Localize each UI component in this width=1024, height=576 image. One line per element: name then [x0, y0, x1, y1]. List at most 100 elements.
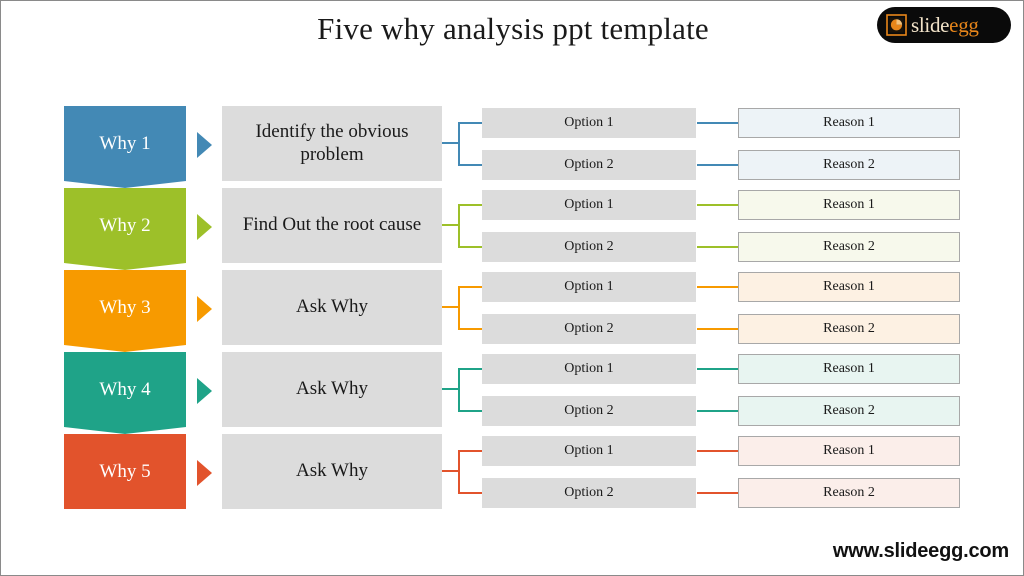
option-box-3-2[interactable]: Option 2: [482, 314, 696, 344]
option-label-3-2: Option 2: [564, 321, 614, 336]
option-box-4-2[interactable]: Option 2: [482, 396, 696, 426]
reason-box-1-2[interactable]: Reason 2: [738, 150, 960, 180]
reason-box-4-1[interactable]: Reason 1: [738, 354, 960, 384]
arrow-right-icon-2: [197, 214, 212, 240]
description-text-4: Ask Why: [296, 378, 368, 400]
footer-website-url: www.slideegg.com: [832, 540, 1009, 562]
option-box-1-1[interactable]: Option 1: [482, 108, 696, 138]
why-row-5: Why 5 Ask Why Option 1 Option 2 Reason 1…: [1, 434, 1023, 516]
option-reason-link-2-2: [697, 246, 738, 248]
why-step-label-1: Why 1: [99, 133, 151, 154]
option-box-5-1[interactable]: Option 1: [482, 436, 696, 466]
option-label-5-1: Option 1: [564, 443, 614, 458]
why-row-4: Why 4 Ask Why Option 1 Option 2 Reason 1…: [1, 352, 1023, 434]
reason-label-3-1: Reason 1: [823, 279, 875, 294]
reason-label-1-1: Reason 1: [823, 115, 875, 130]
option-reason-link-5-2: [697, 492, 738, 494]
reason-box-1-1[interactable]: Reason 1: [738, 108, 960, 138]
reason-label-2-1: Reason 1: [823, 197, 875, 212]
why-step-box-5[interactable]: Why 5: [64, 434, 186, 509]
option-reason-link-3-1: [697, 286, 738, 288]
bracket-arm-bottom-2: [458, 246, 483, 248]
bracket-arm-bottom-3: [458, 328, 483, 330]
slideegg-logo[interactable]: slideegg: [877, 7, 1011, 43]
bracket-connector-1: [442, 106, 483, 181]
option-label-2-2: Option 2: [564, 239, 614, 254]
bracket-connector-4: [442, 352, 483, 427]
bracket-stem-4: [442, 388, 459, 390]
option-label-5-2: Option 2: [564, 485, 614, 500]
bracket-spine-5: [458, 450, 460, 494]
reason-label-5-1: Reason 1: [823, 443, 875, 458]
option-label-4-2: Option 2: [564, 403, 614, 418]
arrow-right-icon-1: [197, 132, 212, 158]
description-text-2: Find Out the root cause: [242, 214, 422, 236]
option-box-5-2[interactable]: Option 2: [482, 478, 696, 508]
why-row-2: Why 2 Find Out the root cause Option 1 O…: [1, 188, 1023, 270]
reason-label-3-2: Reason 2: [823, 321, 875, 336]
page-title: Five why analysis ppt template: [317, 11, 709, 46]
why-step-box-4[interactable]: Why 4: [64, 352, 186, 434]
bracket-spine-4: [458, 368, 460, 412]
description-text-1: Identify the obvious problem: [255, 121, 409, 165]
bracket-arm-bottom-1: [458, 164, 483, 166]
reason-label-4-1: Reason 1: [823, 361, 875, 376]
bracket-arm-bottom-5: [458, 492, 483, 494]
reason-label-1-2: Reason 2: [823, 157, 875, 172]
why-row-1: Why 1 Identify the obvious problem Optio…: [1, 106, 1023, 188]
reason-box-5-2[interactable]: Reason 2: [738, 478, 960, 508]
why-row-3: Why 3 Ask Why Option 1 Option 2 Reason 1…: [1, 270, 1023, 352]
why-step-label-4: Why 4: [99, 379, 151, 400]
option-label-2-1: Option 1: [564, 197, 614, 212]
reason-box-3-2[interactable]: Reason 2: [738, 314, 960, 344]
option-box-3-1[interactable]: Option 1: [482, 272, 696, 302]
why-step-box-3[interactable]: Why 3: [64, 270, 186, 352]
arrow-right-icon-4: [197, 378, 212, 404]
option-label-1-1: Option 1: [564, 115, 614, 130]
description-box-5[interactable]: Ask Why: [222, 434, 442, 509]
slideegg-mark-icon: [886, 14, 907, 36]
option-box-1-2[interactable]: Option 2: [482, 150, 696, 180]
option-reason-link-4-2: [697, 410, 738, 412]
why-step-label-2: Why 2: [99, 215, 151, 236]
arrow-right-icon-5: [197, 460, 212, 486]
option-box-2-1[interactable]: Option 1: [482, 190, 696, 220]
bracket-arm-top-3: [458, 286, 483, 288]
bracket-arm-top-5: [458, 450, 483, 452]
reason-box-4-2[interactable]: Reason 2: [738, 396, 960, 426]
description-box-4[interactable]: Ask Why: [222, 352, 442, 427]
why-step-label-3: Why 3: [99, 297, 151, 318]
bracket-spine-3: [458, 286, 460, 330]
bracket-stem-3: [442, 306, 459, 308]
why-step-box-1[interactable]: Why 1: [64, 106, 186, 188]
option-box-4-1[interactable]: Option 1: [482, 354, 696, 384]
bracket-arm-top-1: [458, 122, 483, 124]
option-reason-link-3-2: [697, 328, 738, 330]
reason-label-4-2: Reason 2: [823, 403, 875, 418]
option-label-1-2: Option 2: [564, 157, 614, 172]
reason-box-2-2[interactable]: Reason 2: [738, 232, 960, 262]
option-label-3-1: Option 1: [564, 279, 614, 294]
option-reason-link-5-1: [697, 450, 738, 452]
description-box-3[interactable]: Ask Why: [222, 270, 442, 345]
option-reason-link-4-1: [697, 368, 738, 370]
description-text-3: Ask Why: [296, 296, 368, 318]
description-box-2[interactable]: Find Out the root cause: [222, 188, 442, 263]
bracket-connector-2: [442, 188, 483, 263]
option-box-2-2[interactable]: Option 2: [482, 232, 696, 262]
why-step-box-2[interactable]: Why 2: [64, 188, 186, 270]
reason-box-3-1[interactable]: Reason 1: [738, 272, 960, 302]
description-text-5: Ask Why: [296, 460, 368, 482]
arrow-right-icon-3: [197, 296, 212, 322]
slide-canvas: Five why analysis ppt template slideegg …: [0, 0, 1024, 576]
bracket-arm-top-2: [458, 204, 483, 206]
reason-box-5-1[interactable]: Reason 1: [738, 436, 960, 466]
reason-box-2-1[interactable]: Reason 1: [738, 190, 960, 220]
logo-text-egg: egg: [949, 12, 979, 37]
slideegg-logo-text: slideegg: [911, 12, 979, 37]
bracket-connector-5: [442, 434, 483, 509]
description-box-1[interactable]: Identify the obvious problem: [222, 106, 442, 181]
bracket-spine-2: [458, 204, 460, 248]
logo-text-slide: slide: [911, 12, 950, 37]
option-label-4-1: Option 1: [564, 361, 614, 376]
